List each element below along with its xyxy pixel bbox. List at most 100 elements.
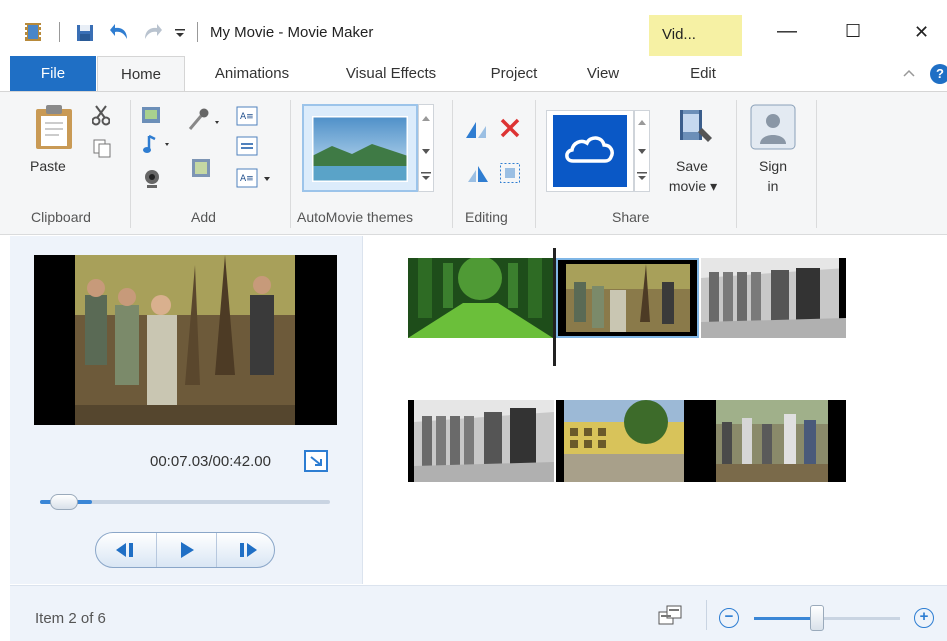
gallery-more-icon[interactable] <box>637 171 647 181</box>
gallery-more-icon[interactable] <box>421 171 431 181</box>
previous-frame-button[interactable] <box>96 533 156 567</box>
copy-icon[interactable] <box>92 138 112 158</box>
zoom-in-button[interactable]: + <box>914 608 934 628</box>
contextual-tab-label: Vid... <box>662 26 696 43</box>
clip-thumbnail-server-room <box>408 400 554 482</box>
group-separator <box>535 100 536 228</box>
rotate-right-icon[interactable] <box>464 162 490 184</box>
minimize-button[interactable]: — <box>777 20 797 43</box>
zoom-slider-thumb[interactable] <box>810 605 824 631</box>
video-preview[interactable] <box>34 255 337 425</box>
theme-thumbnail-icon[interactable] <box>312 116 408 182</box>
snapshot-icon[interactable] <box>191 158 211 178</box>
storyboard-pane <box>364 236 947 584</box>
zoom-out-button[interactable]: − <box>719 608 739 628</box>
preview-frame-image <box>75 255 295 425</box>
automovie-theme-gallery[interactable] <box>302 104 418 192</box>
title-bar: My Movie - Movie Maker Vid... — ☐ ✕ <box>0 0 947 57</box>
tab-home[interactable]: Home <box>97 56 185 93</box>
group-separator <box>452 100 453 228</box>
save-movie-icon[interactable] <box>674 106 714 146</box>
qat-separator <box>59 22 60 42</box>
clip-tree-planting-selected[interactable] <box>556 258 699 338</box>
scroll-up-icon[interactable] <box>638 119 646 125</box>
play-button[interactable] <box>156 533 216 567</box>
sign-in-label[interactable]: Sign <box>756 158 790 174</box>
qat-dropdown-icon[interactable] <box>174 27 186 39</box>
title-icon[interactable]: A≡ <box>236 106 258 126</box>
maximize-button[interactable]: ☐ <box>845 21 861 42</box>
seek-bar[interactable] <box>40 500 330 504</box>
playback-controls <box>95 532 275 568</box>
tab-file[interactable]: File <box>10 56 96 92</box>
timecode-display: 00:07.03/00:42.00 <box>150 453 271 470</box>
seek-thumb[interactable] <box>50 494 78 510</box>
video-tools-contextual-header: Vid... <box>649 15 742 57</box>
zoom-slider-track-remaining[interactable] <box>820 617 900 620</box>
save-movie-label[interactable]: Save <box>674 158 710 174</box>
add-music-icon[interactable] <box>143 134 173 156</box>
scroll-up-icon[interactable] <box>422 115 430 121</box>
group-label-clipboard: Clipboard <box>31 209 91 225</box>
group-label-editing: Editing <box>465 209 508 225</box>
share-gallery-scroll[interactable] <box>634 110 650 192</box>
caption-icon[interactable] <box>236 136 258 156</box>
clip-forest[interactable] <box>408 258 553 338</box>
undo-icon[interactable] <box>109 22 131 42</box>
popout-preview-button[interactable] <box>304 450 328 472</box>
remove-icon[interactable] <box>499 117 521 139</box>
tab-animations[interactable]: Animations <box>200 56 304 92</box>
rotate-left-icon[interactable] <box>464 118 490 140</box>
clip-server-room-2[interactable] <box>408 400 554 482</box>
record-narration-icon[interactable] <box>187 108 223 132</box>
group-label-share: Share <box>612 209 650 225</box>
clip-people-planting[interactable] <box>692 400 846 482</box>
theme-gallery-scroll[interactable] <box>418 104 434 192</box>
webcam-icon[interactable] <box>143 168 161 190</box>
onedrive-icon[interactable] <box>553 115 627 187</box>
redo-icon[interactable] <box>141 22 163 42</box>
close-button[interactable]: ✕ <box>914 22 929 43</box>
thumbnail-size-icon[interactable] <box>658 604 682 626</box>
help-icon[interactable]: ? <box>930 64 947 84</box>
paste-icon[interactable] <box>34 104 74 150</box>
group-separator <box>290 100 291 228</box>
group-label-automovie-themes: AutoMovie themes <box>297 209 413 225</box>
clip-thumbnail-people-planting <box>692 400 846 482</box>
group-separator <box>130 100 131 228</box>
preview-pane: 00:07.03/00:42.00 <box>10 236 363 584</box>
previous-frame-icon <box>116 543 133 557</box>
credits-icon[interactable]: A≡ <box>236 168 274 190</box>
film-icon[interactable] <box>23 22 43 42</box>
select-all-icon[interactable] <box>499 162 521 184</box>
play-icon <box>181 542 194 558</box>
tab-visual-effects[interactable]: Visual Effects <box>330 56 452 92</box>
clip-thumbnail-server-room <box>701 258 846 338</box>
clip-server-room-1[interactable] <box>701 258 846 338</box>
svg-text:A≡: A≡ <box>240 174 254 184</box>
sign-in-label-line2[interactable]: in <box>756 178 790 194</box>
tab-view[interactable]: View <box>576 56 630 92</box>
ribbon-tabs: File Home Animations Visual Effects Proj… <box>0 56 947 140</box>
next-frame-icon <box>240 543 257 557</box>
scroll-down-icon[interactable] <box>422 149 430 155</box>
clip-thumbnail-school-building <box>556 400 692 482</box>
paste-label[interactable]: Paste <box>30 158 66 174</box>
tab-edit[interactable]: Edit <box>672 56 734 92</box>
tab-project[interactable]: Project <box>478 56 550 92</box>
clip-thumbnail-forest <box>408 258 553 338</box>
save-movie-dropdown[interactable]: movie ▾ <box>662 178 724 195</box>
next-frame-button[interactable] <box>216 533 276 567</box>
add-videos-photos-icon[interactable] <box>141 104 163 126</box>
group-label-add: Add <box>191 209 216 225</box>
save-icon[interactable] <box>76 24 94 42</box>
sign-in-icon[interactable] <box>750 104 796 150</box>
cut-icon[interactable] <box>92 104 110 126</box>
share-gallery[interactable] <box>546 110 634 192</box>
collapse-ribbon-icon[interactable] <box>902 68 916 78</box>
window-left-edge <box>0 236 10 641</box>
scroll-down-icon[interactable] <box>638 149 646 155</box>
status-item-count: Item 2 of 6 <box>35 610 106 627</box>
clip-school-building[interactable] <box>556 400 692 482</box>
status-bar: Item 2 of 6 − + <box>10 585 947 641</box>
